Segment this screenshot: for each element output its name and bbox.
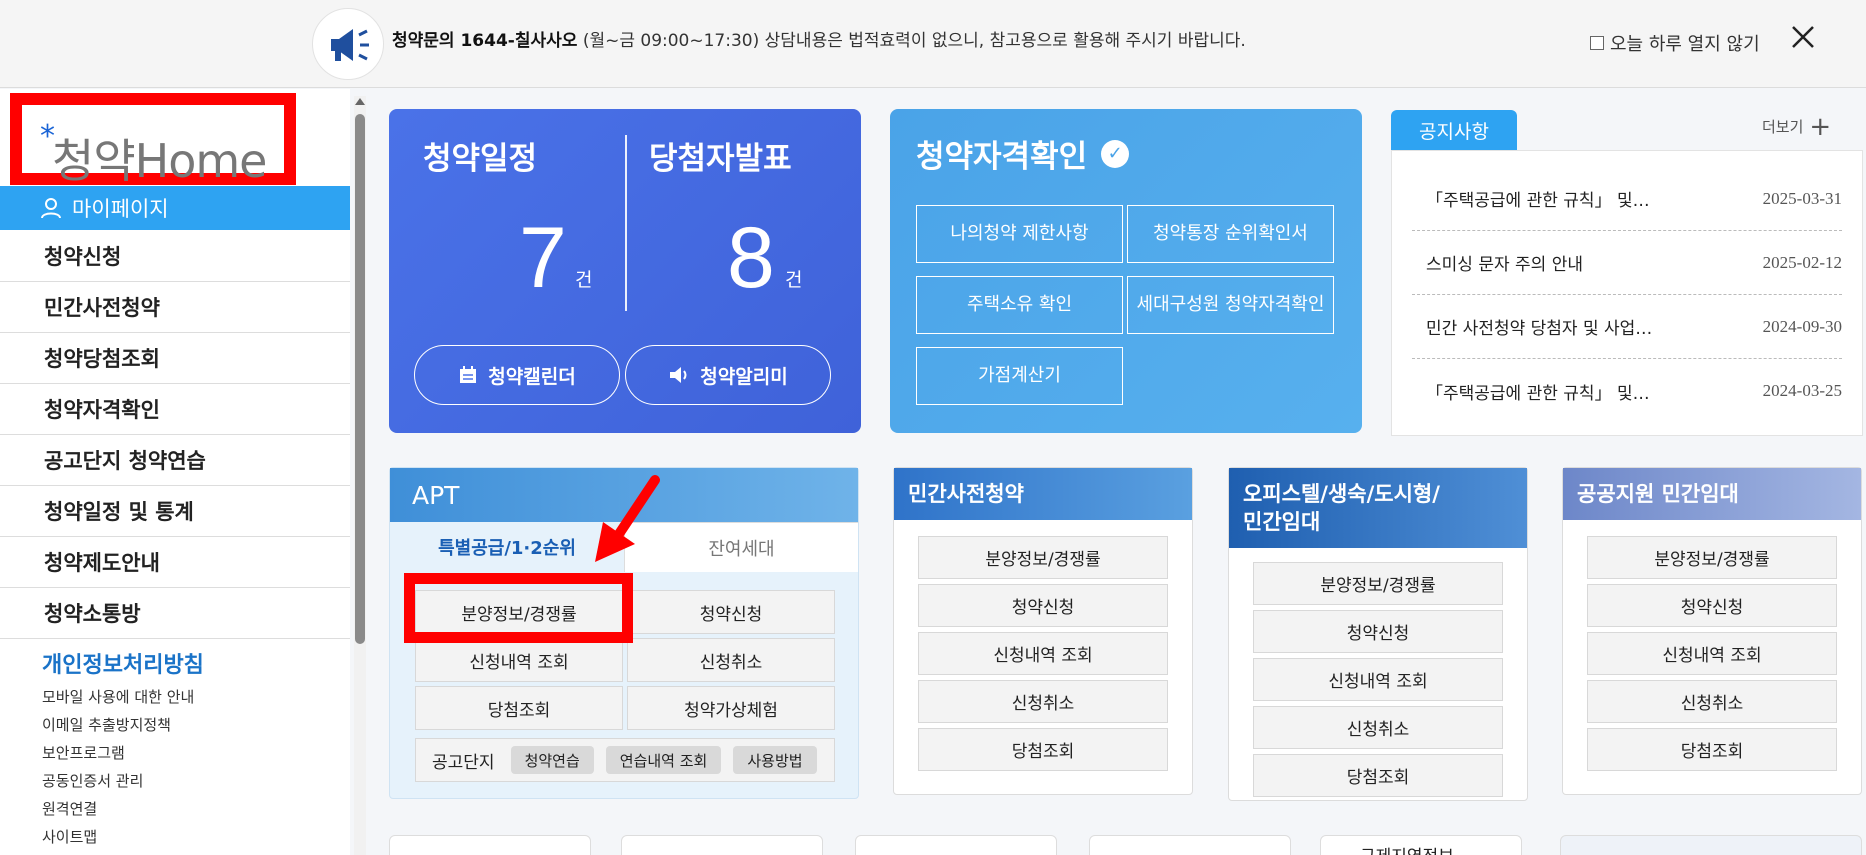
banner-card[interactable] xyxy=(1560,835,1862,855)
footer-link[interactable]: 모바일 사용에 대한 안내 xyxy=(42,687,194,715)
qualification-card: 청약자격확인 ✓ 나의청약 제한사항 청약통장 순위확인서 주택소유 확인 세대구… xyxy=(890,109,1362,433)
card-title[interactable]: 오피스텔/생숙/도시형/ 민간임대 xyxy=(1229,468,1527,548)
footer-link[interactable]: 공동인증서 관리 xyxy=(42,771,194,799)
qualification-title[interactable]: 청약자격확인 ✓ xyxy=(916,131,1130,176)
inquiry-notice: 청약문의 1644-칠사사오 (월~금 09:00~17:30) 상담내용은 법… xyxy=(392,31,1246,51)
card-title[interactable]: 민간사전청약 xyxy=(894,468,1192,520)
check-icon: ✓ xyxy=(1101,139,1130,168)
more-link[interactable]: 더보기 + xyxy=(1762,111,1832,142)
footer-link[interactable]: 사이트맵 xyxy=(42,827,194,855)
cancel-button[interactable]: 신청취소 xyxy=(1253,706,1503,749)
notice-bar: 청약문의 1644-칠사사오 (월~금 09:00~17:30) 상담내용은 법… xyxy=(0,0,1866,88)
account-rank-button[interactable]: 청약통장 순위확인서 xyxy=(1127,205,1334,263)
quick-link-card[interactable] xyxy=(389,835,591,855)
apply-button[interactable]: 청약신청 xyxy=(918,584,1168,627)
footer-link[interactable]: 이메일 추출방지정책 xyxy=(42,715,194,743)
household-qualification-button[interactable]: 세대구성원 청약자격확인 xyxy=(1127,276,1334,334)
notice-list: 「주택공급에 관한 규칙」 및… 2025-03-31 스미싱 문자 주의 안내 2… xyxy=(1391,150,1863,436)
cancel-button[interactable]: 신청취소 xyxy=(918,680,1168,723)
schedule-card: 청약일정 당첨자발표 7 건 8 건 청약캘린더 청약알리미 xyxy=(389,109,861,433)
history-button[interactable]: 신청내역 조회 xyxy=(918,632,1168,675)
scrollbar-thumb[interactable] xyxy=(355,114,365,644)
winner-button[interactable]: 당첨조회 xyxy=(1587,728,1837,771)
quick-link-card[interactable] xyxy=(621,835,823,855)
red-arrow-icon xyxy=(595,475,660,562)
sidebar-menu: 청약신청 민간사전청약 청약당첨조회 청약자격확인 공고단지 청약연습 청약일정… xyxy=(0,231,350,639)
dont-show-today-checkbox[interactable]: 오늘 하루 열지 않기 xyxy=(1590,30,1760,56)
schedule-count: 7 xyxy=(519,210,567,306)
close-icon[interactable] xyxy=(1790,24,1816,50)
sidebar-item-apply[interactable]: 청약신청 xyxy=(0,231,350,282)
schedule-count-unit: 건 xyxy=(575,269,593,291)
practice-button[interactable]: 청약연습 xyxy=(510,746,594,774)
winner-count-unit: 건 xyxy=(785,269,803,291)
mypage-link[interactable]: 마이페이지 xyxy=(0,186,350,230)
sale-info-button[interactable]: 분양정보/경쟁률 xyxy=(1587,536,1837,579)
sidebar-item-qualification[interactable]: 청약자격확인 xyxy=(0,384,350,435)
practice-history-button[interactable]: 연습내역 조회 xyxy=(605,746,722,774)
sidebar-item-private-pre-apply[interactable]: 민간사전청약 xyxy=(0,282,350,333)
history-button[interactable]: 신청내역 조회 xyxy=(1587,632,1837,675)
usage-guide-button[interactable]: 사용방법 xyxy=(733,746,817,774)
apt-simulation-button[interactable]: 청약가상체험 xyxy=(627,686,835,730)
highlight-box xyxy=(404,573,633,643)
logo-highlight-box: * 청약Home xyxy=(10,93,296,188)
footer-link[interactable]: 보안프로그램 xyxy=(42,743,194,771)
score-calculator-button[interactable]: 가점계산기 xyxy=(916,347,1123,405)
private-pre-apply-card: 민간사전청약 분양정보/경쟁률 청약신청 신청내역 조회 신청취소 당첨조회 xyxy=(893,467,1193,795)
public-rental-card: 공공지원 민간임대 분양정보/경쟁률 청약신청 신청내역 조회 신청취소 당첨조… xyxy=(1562,467,1862,795)
sidebar-item-system-guide[interactable]: 청약제도안내 xyxy=(0,537,350,588)
checkbox-icon[interactable] xyxy=(1590,36,1604,50)
notice-item[interactable]: 스미싱 문자 주의 안내 2025-02-12 xyxy=(1412,231,1842,295)
apt-cancel-button[interactable]: 신청취소 xyxy=(627,638,835,682)
sidebar-item-community[interactable]: 청약소통방 xyxy=(0,588,350,639)
winner-button[interactable]: 당첨조회 xyxy=(918,728,1168,771)
footer-links: 모바일 사용에 대한 안내 이메일 추출방지정책 보안프로그램 공동인증서 관리… xyxy=(42,687,194,855)
sidebar-item-schedule-stats[interactable]: 청약일정 및 통계 xyxy=(0,486,350,537)
house-ownership-button[interactable]: 주택소유 확인 xyxy=(916,276,1123,334)
notice-item[interactable]: 「주택공급에 관한 규칙」 및… 2025-03-31 xyxy=(1412,167,1842,231)
apt-practice-bar: 공고단지 청약연습 연습내역 조회 사용방법 xyxy=(415,738,835,782)
winner-count: 8 xyxy=(727,210,775,306)
logo[interactable]: * 청약Home xyxy=(40,119,267,191)
scroll-up-arrow-icon[interactable] xyxy=(355,98,365,105)
apt-history-button[interactable]: 신청내역 조회 xyxy=(415,638,623,682)
schedule-title[interactable]: 청약일정 xyxy=(423,133,537,178)
notice-item[interactable]: 「주택공급에 관한 규칙」 및… 2024-03-25 xyxy=(1412,359,1842,423)
calendar-icon xyxy=(460,366,477,383)
apt-apply-button[interactable]: 청약신청 xyxy=(627,590,835,634)
quick-link-card[interactable] xyxy=(1089,835,1291,855)
sale-info-button[interactable]: 분양정보/경쟁률 xyxy=(1253,562,1503,605)
star-icon: * xyxy=(40,119,55,154)
sidebar-item-winner-check[interactable]: 청약당첨조회 xyxy=(0,333,350,384)
history-button[interactable]: 신청내역 조회 xyxy=(1253,658,1503,701)
divider xyxy=(625,135,627,311)
officetel-card: 오피스텔/생숙/도시형/ 민간임대 분양정보/경쟁률 청약신청 신청내역 조회 … xyxy=(1228,467,1528,801)
sale-info-button[interactable]: 분양정보/경쟁률 xyxy=(918,536,1168,579)
apply-button[interactable]: 청약신청 xyxy=(1253,610,1503,653)
my-restrictions-button[interactable]: 나의청약 제한사항 xyxy=(916,205,1123,263)
winner-announce-title[interactable]: 당첨자발표 xyxy=(649,133,792,178)
alarm-button[interactable]: 청약알리미 xyxy=(625,345,831,405)
sidebar: * 청약Home 마이페이지 청약신청 민간사전청약 청약당첨조회 청약자격확인 … xyxy=(0,89,350,855)
footer-link[interactable]: 원격연결 xyxy=(42,799,194,827)
sidebar-item-practice[interactable]: 공고단지 청약연습 xyxy=(0,435,350,486)
quick-link-card[interactable] xyxy=(855,835,1057,855)
privacy-policy-link[interactable]: 개인정보처리방침 xyxy=(42,647,204,679)
speaker-icon xyxy=(670,367,687,383)
user-icon xyxy=(41,198,61,219)
winner-button[interactable]: 당첨조회 xyxy=(1253,754,1503,797)
apt-winner-button[interactable]: 당첨조회 xyxy=(415,686,623,730)
card-title[interactable]: 공공지원 민간임대 xyxy=(1563,468,1861,520)
apply-button[interactable]: 청약신청 xyxy=(1587,584,1837,627)
notice-tab[interactable]: 공지사항 xyxy=(1391,110,1517,150)
notice-item[interactable]: 민간 사전청약 당첨자 및 사업… 2024-09-30 xyxy=(1412,295,1842,359)
calendar-button[interactable]: 청약캘린더 xyxy=(414,345,620,405)
practice-label: 공고단지 xyxy=(432,752,495,773)
megaphone-icon xyxy=(312,8,384,80)
cancel-button[interactable]: 신청취소 xyxy=(1587,680,1837,723)
regulation-info-label: 규제지역정보 xyxy=(1360,842,1454,855)
plus-icon: + xyxy=(1809,111,1832,142)
